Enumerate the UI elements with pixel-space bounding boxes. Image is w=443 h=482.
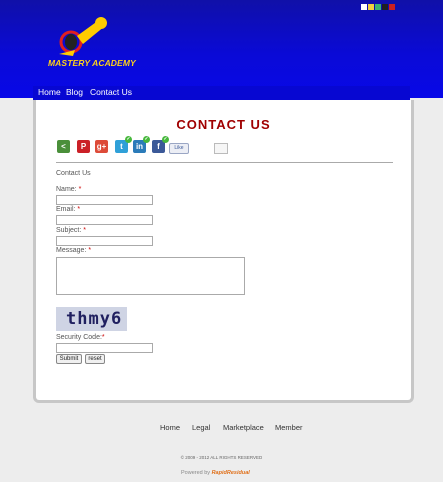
facebook-like-button[interactable]: Like xyxy=(169,143,189,154)
security-code-label-text: Security Code: xyxy=(56,334,102,341)
name-label-text: Name: xyxy=(56,186,77,193)
footer-link-marketplace[interactable]: Marketplace xyxy=(223,423,264,432)
submit-button[interactable]: Submit xyxy=(56,354,82,364)
logo-text[interactable]: MASTERY ACADEMY xyxy=(48,58,136,68)
email-label: Email: * xyxy=(56,206,80,213)
email-field[interactable] xyxy=(56,215,153,225)
swatch-black[interactable] xyxy=(382,4,388,10)
security-code-field[interactable] xyxy=(56,343,153,353)
form-heading: Contact Us xyxy=(56,170,91,177)
facebook-icon[interactable]: f ✓ xyxy=(152,136,169,153)
theme-swatches xyxy=(361,4,395,10)
footer-link-member[interactable]: Member xyxy=(275,423,303,432)
google-plus-icon[interactable]: g+ xyxy=(95,140,108,153)
powered-by[interactable]: Powered by RapidResidual xyxy=(181,470,250,476)
message-label-text: Message: xyxy=(56,247,87,254)
required-mark: * xyxy=(88,247,92,254)
captcha-image: thmy6 xyxy=(56,307,127,331)
swatch-yellow[interactable] xyxy=(368,4,374,10)
required-mark: * xyxy=(78,186,82,193)
message-label: Message: * xyxy=(56,247,91,254)
page-title: CONTACT US xyxy=(176,117,271,132)
subject-label-text: Subject: xyxy=(56,227,82,234)
share-icon[interactable]: < xyxy=(57,140,70,153)
reset-button[interactable]: reset xyxy=(85,354,105,364)
check-icon: ✓ xyxy=(162,136,169,143)
site-header: MASTERY ACADEMY xyxy=(0,0,443,98)
main-nav: Home Blog Contact Us xyxy=(33,86,410,100)
powered-by-brand: RapidResidual xyxy=(211,470,250,476)
pinterest-icon[interactable]: P xyxy=(77,140,90,153)
name-label: Name: * xyxy=(56,186,81,193)
email-label-text: Email: xyxy=(56,206,76,213)
divider xyxy=(56,162,393,163)
nav-item-blog[interactable]: Blog xyxy=(66,87,83,97)
required-mark: * xyxy=(83,227,86,234)
nav-item-contact-us[interactable]: Contact Us xyxy=(90,87,132,97)
powered-by-label: Powered by xyxy=(181,470,211,476)
footer-link-home[interactable]: Home xyxy=(160,423,180,432)
swatch-green[interactable] xyxy=(375,4,381,10)
message-textarea[interactable] xyxy=(56,257,245,295)
twitter-icon[interactable]: t ✓ xyxy=(115,136,132,153)
check-icon: ✓ xyxy=(125,136,132,143)
security-code-label: Security Code:* xyxy=(56,334,105,341)
linkedin-icon[interactable]: in ✓ xyxy=(133,136,150,153)
swatch-white[interactable] xyxy=(361,4,367,10)
check-icon: ✓ xyxy=(143,136,150,143)
swatch-red[interactable] xyxy=(389,4,395,10)
name-field[interactable] xyxy=(56,195,153,205)
required-mark: * xyxy=(77,206,81,213)
email-icon[interactable] xyxy=(214,143,228,154)
subject-label: Subject: * xyxy=(56,227,86,234)
content-panel: CONTACT US < P g+ t ✓ in ✓ f ✓ Like Contact… xyxy=(33,100,414,403)
footer-link-legal[interactable]: Legal xyxy=(192,423,210,432)
subject-field[interactable] xyxy=(56,236,153,246)
required-mark: * xyxy=(101,334,105,341)
nav-item-home[interactable]: Home xyxy=(38,87,61,97)
copyright-text: © 2009 - 2012 ALL RIGHTS RESERVED xyxy=(180,455,263,460)
captcha-text: thmy6 xyxy=(66,309,123,329)
